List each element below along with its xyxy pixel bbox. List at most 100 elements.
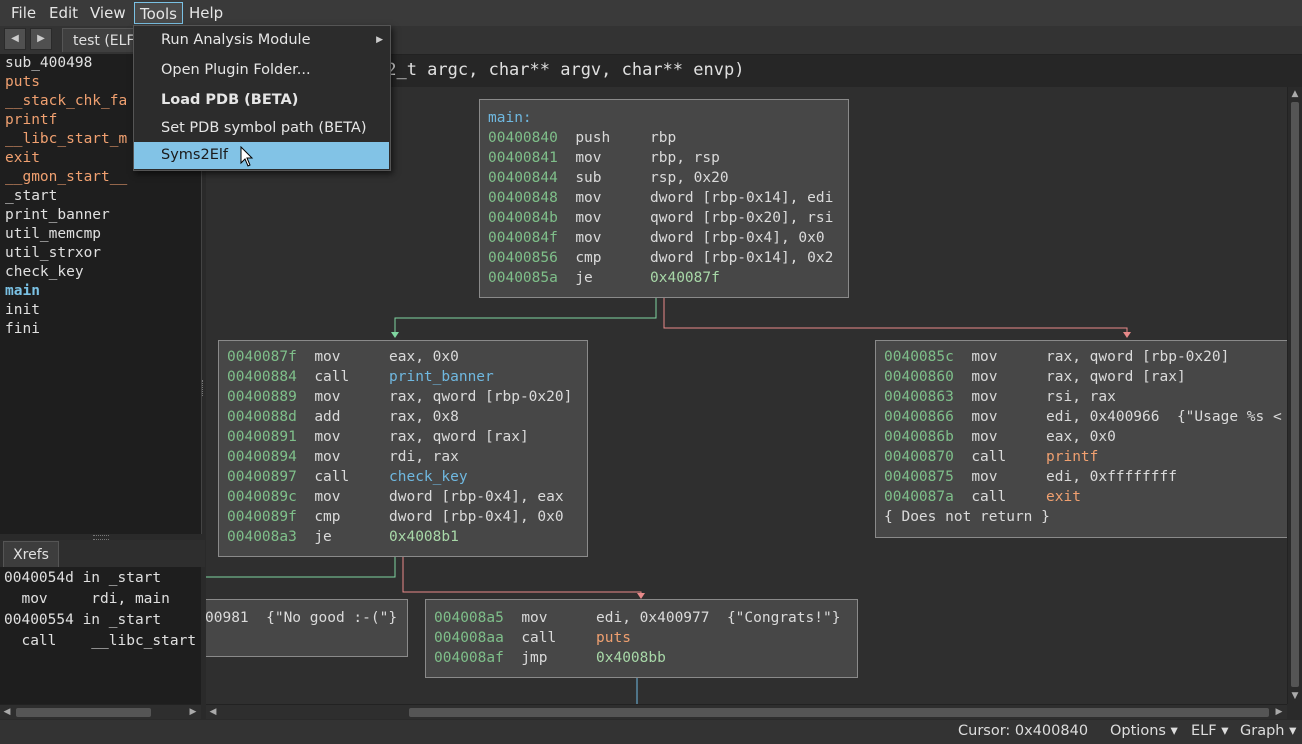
basic-block-left[interactable]: 0040087f mov eax, 0x0 00400884 call prin… (218, 340, 588, 557)
operand: rbp, rsp (650, 150, 720, 166)
symbol-item[interactable]: util_strxor (5, 245, 101, 261)
forward-button[interactable]: ▶ (30, 28, 52, 50)
instruction-row[interactable]: 0040087a call (884, 489, 1006, 505)
basic-block-bottom-right[interactable]: 004008a5 mov edi, 0x400977 {"Congrats!"}… (425, 599, 858, 678)
instruction-row[interactable]: 00400840 push (488, 130, 610, 146)
instruction-row[interactable]: 0040086b mov (884, 429, 998, 445)
xrefs-horizontal-scrollbar[interactable]: ◀ ▶ (0, 704, 201, 719)
instruction-row[interactable]: 00400863 mov (884, 389, 998, 405)
address: 0040088d (227, 409, 297, 425)
scroll-up-icon[interactable]: ▲ (1288, 87, 1302, 101)
symbol-item[interactable]: check_key (5, 264, 84, 280)
instruction-row[interactable]: 00400844 sub (488, 170, 602, 186)
scroll-left-icon[interactable]: ◀ (0, 705, 14, 719)
mnemonic: mov (971, 409, 998, 425)
instruction-row[interactable]: 0040084b mov (488, 210, 602, 226)
menu-item-run-analysis-module[interactable]: Run Analysis Module ▶ (134, 27, 389, 54)
back-button[interactable]: ◀ (4, 28, 26, 50)
menu-tools[interactable]: Tools (134, 2, 183, 24)
mnemonic: cmp (575, 250, 602, 266)
symbol-item[interactable]: __stack_chk_fa (5, 93, 127, 109)
menu-help[interactable]: Help (184, 2, 228, 24)
instruction-row[interactable]: 0040087f mov (227, 349, 341, 365)
symbol-item[interactable]: print_banner (5, 207, 110, 223)
instruction-row[interactable]: 00400897 call (227, 469, 349, 485)
tab-xrefs[interactable]: Xrefs (3, 541, 59, 567)
instruction-row[interactable]: 004008af jmp (434, 650, 548, 666)
instruction-row[interactable]: 0040084f mov (488, 230, 602, 246)
address: 0040085a (488, 270, 558, 286)
xref-line[interactable]: mov rdi, main (4, 591, 169, 607)
scrollbar-thumb[interactable] (16, 708, 151, 717)
symbol-item[interactable]: __libc_start_m (5, 131, 127, 147)
xref-line[interactable]: call __libc_start (4, 633, 196, 649)
mnemonic: add (314, 409, 341, 425)
graph-dropdown[interactable]: Graph ▾ (1240, 723, 1296, 739)
symbol-item[interactable]: puts (5, 74, 40, 90)
symbol-item[interactable]: __gmon_start__ (5, 169, 127, 185)
elf-dropdown[interactable]: ELF ▾ (1191, 723, 1228, 739)
instruction-row[interactable]: 00981 {"No good :-("} (206, 610, 397, 626)
menu-item-set-pdb-symbol-path[interactable]: Set PDB symbol path (BETA) (134, 115, 389, 142)
instruction-row[interactable]: 004008aa call (434, 630, 556, 646)
symbol-item[interactable]: fini (5, 321, 40, 337)
instruction-row[interactable]: 0040085a je (488, 270, 593, 286)
instruction-row[interactable]: 0040088d add (227, 409, 341, 425)
basic-block-right[interactable]: 0040085c mov rax, qword [rbp-0x20] 00400… (875, 340, 1287, 538)
instruction-row[interactable]: 00400889 mov (227, 389, 341, 405)
xref-line[interactable]: 0040054d in _start (4, 570, 161, 586)
graph-horizontal-scrollbar[interactable]: ◀ ▶ (206, 704, 1287, 719)
scroll-left-icon[interactable]: ◀ (206, 705, 220, 719)
call-target[interactable]: puts (596, 630, 631, 646)
scroll-down-icon[interactable]: ▼ (1288, 689, 1302, 703)
xrefs-list[interactable]: 0040054d in _start mov rdi, main 0040055… (0, 567, 201, 704)
instruction-row[interactable]: 00400891 mov (227, 429, 341, 445)
instruction-row[interactable]: 00400841 mov (488, 150, 602, 166)
instruction-row[interactable]: 00400866 mov (884, 409, 998, 425)
symbol-item[interactable]: _start (5, 188, 57, 204)
menu-item-syms2elf[interactable]: Syms2Elf (134, 142, 389, 169)
call-target[interactable]: check_key (389, 469, 468, 485)
symbol-item[interactable]: init (5, 302, 40, 318)
instruction-row[interactable]: 0040089f cmp (227, 509, 341, 525)
symbol-item[interactable]: printf (5, 112, 57, 128)
instruction-row[interactable]: 00400870 call (884, 449, 1006, 465)
instruction-row[interactable]: 00400848 mov (488, 190, 602, 206)
basic-block-main[interactable]: main: 00400840 push rbp 00400841 mov rbp… (479, 99, 849, 298)
scrollbar-thumb[interactable] (409, 708, 1269, 717)
basic-block-bottom-left[interactable]: 00981 {"No good :-("} (206, 599, 408, 657)
symbol-item-selected[interactable]: main (5, 283, 40, 299)
xref-line[interactable]: 00400554 in _start (4, 612, 161, 628)
graph-view[interactable]: main: 00400840 push rbp 00400841 mov rbp… (206, 87, 1287, 704)
instruction-row[interactable]: 00400875 mov (884, 469, 998, 485)
call-target[interactable]: print_banner (389, 369, 494, 385)
options-dropdown[interactable]: Options ▾ (1110, 723, 1178, 739)
symbol-item[interactable]: util_memcmp (5, 226, 101, 242)
mnemonic: mov (314, 429, 341, 445)
arrow-left-icon: ◀ (11, 33, 19, 44)
symbol-item[interactable]: sub_400498 (5, 55, 92, 71)
menu-file[interactable]: File (6, 2, 41, 24)
menu-view[interactable]: View (85, 2, 131, 24)
operand: rsp, 0x20 (650, 170, 729, 186)
instruction-row[interactable]: 00400894 mov (227, 449, 341, 465)
instruction-row[interactable]: 004008a3 je (227, 529, 332, 545)
address: 00400844 (488, 170, 558, 186)
tab-test-elf[interactable]: test (ELF (62, 28, 142, 52)
instruction-row[interactable]: 0040085c mov (884, 349, 998, 365)
scrollbar-thumb[interactable] (1291, 102, 1299, 687)
call-target[interactable]: printf (1046, 449, 1098, 465)
instruction-row[interactable]: 00400860 mov (884, 369, 998, 385)
menu-edit[interactable]: Edit (44, 2, 83, 24)
call-target[interactable]: exit (1046, 489, 1081, 505)
instruction-row[interactable]: 0040089c mov (227, 489, 341, 505)
instruction-row[interactable]: 00400856 cmp (488, 250, 602, 266)
menu-item-open-plugin-folder[interactable]: Open Plugin Folder... (134, 57, 389, 84)
graph-vertical-scrollbar[interactable]: ▲ ▼ (1287, 87, 1302, 704)
instruction-row[interactable]: 00400884 call (227, 369, 349, 385)
symbol-item[interactable]: exit (5, 150, 40, 166)
instruction-row[interactable]: 004008a5 mov (434, 610, 548, 626)
scroll-right-icon[interactable]: ▶ (1272, 705, 1286, 719)
scroll-right-icon[interactable]: ▶ (186, 705, 200, 719)
menu-item-load-pdb[interactable]: Load PDB (BETA) (134, 87, 389, 114)
